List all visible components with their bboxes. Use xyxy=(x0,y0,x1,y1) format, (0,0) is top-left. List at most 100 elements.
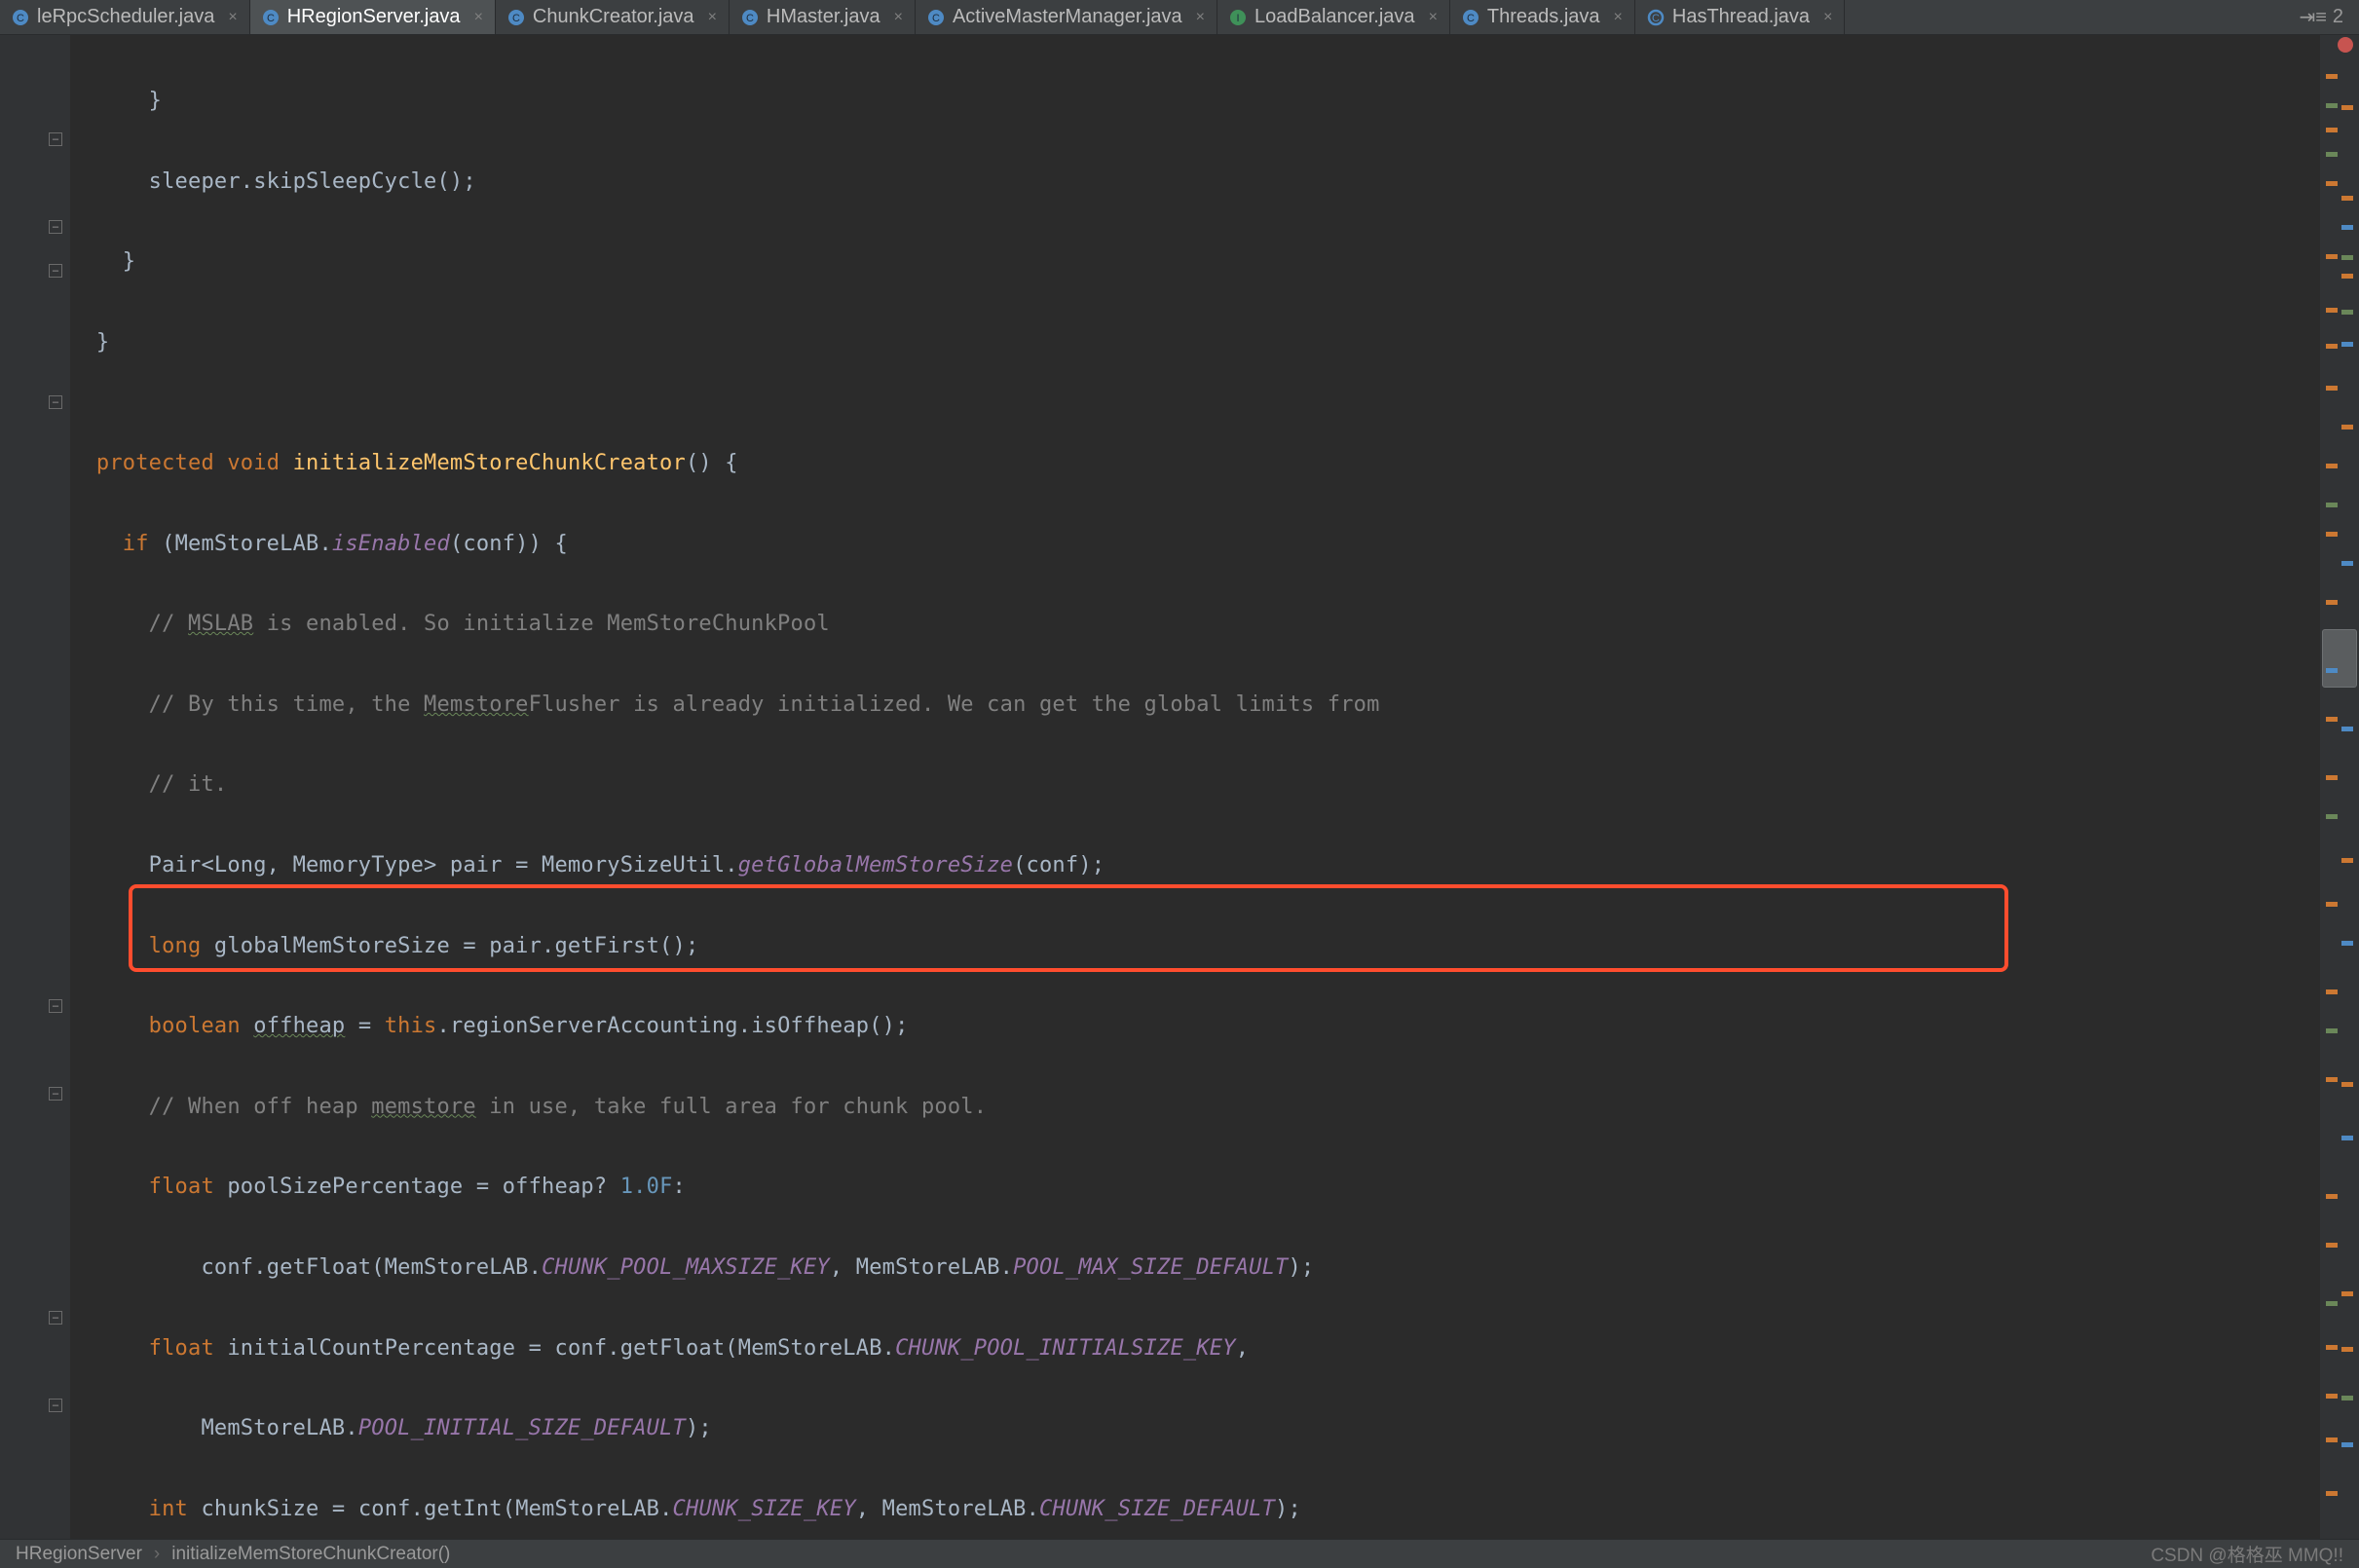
stripe-mark[interactable] xyxy=(2326,181,2338,186)
stripe-mark[interactable] xyxy=(2341,1136,2353,1140)
stripe-mark[interactable] xyxy=(2326,1301,2338,1306)
code-line: } xyxy=(70,322,2320,362)
fold-toggle-icon[interactable]: − xyxy=(49,264,62,278)
fold-toggle-icon[interactable]: − xyxy=(49,220,62,234)
fold-toggle-icon[interactable]: − xyxy=(49,1399,62,1412)
breadcrumb-class[interactable]: HRegionServer xyxy=(16,1544,142,1565)
stripe-mark[interactable] xyxy=(2326,1243,2338,1248)
error-indicator-icon[interactable] xyxy=(2338,37,2353,53)
close-icon[interactable]: × xyxy=(1196,9,1205,26)
stripe-mark[interactable] xyxy=(2326,254,2338,259)
java-class-icon: C xyxy=(262,9,280,26)
stripe-mark[interactable] xyxy=(2326,814,2338,819)
close-icon[interactable]: × xyxy=(474,9,483,26)
stripe-mark[interactable] xyxy=(2326,668,2338,673)
stripe-mark[interactable] xyxy=(2326,1437,2338,1442)
java-class-icon: C xyxy=(927,9,945,26)
overflow-count: 2 xyxy=(2333,6,2343,28)
stripe-mark[interactable] xyxy=(2341,858,2353,863)
close-icon[interactable]: × xyxy=(228,9,237,26)
tab-file-1[interactable]: C HRegionServer.java × xyxy=(250,0,496,34)
svg-text:C: C xyxy=(267,13,275,24)
stripe-mark[interactable] xyxy=(2326,1394,2338,1399)
close-icon[interactable]: × xyxy=(1614,9,1623,26)
close-icon[interactable]: × xyxy=(708,9,717,26)
stripe-mark[interactable] xyxy=(2326,1028,2338,1033)
tab-file-4[interactable]: C ActiveMasterManager.java × xyxy=(916,0,1217,34)
stripe-mark[interactable] xyxy=(2326,600,2338,605)
fold-toggle-icon[interactable]: − xyxy=(49,999,62,1013)
tab-file-5[interactable]: I LoadBalancer.java × xyxy=(1217,0,1450,34)
stripe-mark[interactable] xyxy=(2341,196,2353,201)
editor-gutter[interactable]: − − − − − − − − xyxy=(0,35,70,1539)
stripe-mark[interactable] xyxy=(2341,310,2353,315)
stripe-mark[interactable] xyxy=(2326,902,2338,907)
tab-label: ChunkCreator.java xyxy=(533,6,694,28)
stripe-mark[interactable] xyxy=(2341,1442,2353,1447)
code-line: long globalMemStoreSize = pair.getFirst(… xyxy=(70,926,2320,966)
stripe-mark[interactable] xyxy=(2326,775,2338,780)
stripe-mark[interactable] xyxy=(2326,532,2338,537)
stripe-mark[interactable] xyxy=(2326,503,2338,507)
fold-toggle-icon[interactable]: − xyxy=(49,132,62,146)
stripe-mark[interactable] xyxy=(2341,105,2353,110)
stripe-mark[interactable] xyxy=(2341,1347,2353,1352)
stripe-mark[interactable] xyxy=(2341,727,2353,731)
stripe-mark[interactable] xyxy=(2326,1345,2338,1350)
tab-overflow-indicator[interactable]: ⇥≡ 2 xyxy=(2299,0,2359,34)
stripe-mark[interactable] xyxy=(2326,386,2338,391)
fold-toggle-icon[interactable]: − xyxy=(49,395,62,409)
stripe-mark[interactable] xyxy=(2326,344,2338,349)
stripe-mark[interactable] xyxy=(2341,225,2353,230)
breadcrumb-method[interactable]: initializeMemStoreChunkCreator() xyxy=(171,1544,450,1565)
stripe-mark[interactable] xyxy=(2341,1082,2353,1087)
tab-label: HasThread.java xyxy=(1672,6,1810,28)
java-class-icon: C xyxy=(741,9,759,26)
stripe-mark[interactable] xyxy=(2326,989,2338,994)
stripe-mark[interactable] xyxy=(2341,255,2353,260)
svg-text:I: I xyxy=(1236,13,1239,24)
stripe-mark[interactable] xyxy=(2341,274,2353,279)
stripe-mark[interactable] xyxy=(2341,941,2353,946)
scrollbar-thumb[interactable] xyxy=(2322,629,2357,688)
code-editor[interactable]: } sleeper.skipSleepCycle(); } } protecte… xyxy=(70,35,2320,1539)
close-icon[interactable]: × xyxy=(1823,9,1832,26)
stripe-mark[interactable] xyxy=(2326,464,2338,468)
stripe-mark[interactable] xyxy=(2326,152,2338,157)
stripe-mark[interactable] xyxy=(2341,1396,2353,1400)
code-line: // When off heap memstore in use, take f… xyxy=(70,1087,2320,1127)
stripe-mark[interactable] xyxy=(2341,1291,2353,1296)
stripe-mark[interactable] xyxy=(2326,1194,2338,1199)
tab-file-7[interactable]: C HasThread.java × xyxy=(1635,0,1846,34)
stripe-mark[interactable] xyxy=(2341,342,2353,347)
stripe-mark[interactable] xyxy=(2326,717,2338,722)
tab-label: HRegionServer.java xyxy=(287,6,461,28)
stripe-mark[interactable] xyxy=(2341,561,2353,566)
code-line: // By this time, the MemstoreFlusher is … xyxy=(70,685,2320,725)
svg-text:C: C xyxy=(932,13,940,24)
stripe-mark[interactable] xyxy=(2326,103,2338,108)
tab-file-3[interactable]: C HMaster.java × xyxy=(730,0,916,34)
tab-label: LoadBalancer.java xyxy=(1254,6,1415,28)
watermark-text: CSDN @格格巫 MMQ!! xyxy=(2151,1541,2343,1567)
error-stripe[interactable] xyxy=(2320,35,2359,1539)
close-icon[interactable]: × xyxy=(1429,9,1438,26)
stripe-mark[interactable] xyxy=(2326,308,2338,313)
code-line: if (MemStoreLAB.isEnabled(conf)) { xyxy=(70,524,2320,564)
stripe-mark[interactable] xyxy=(2326,1491,2338,1496)
fold-toggle-icon[interactable]: − xyxy=(49,1087,62,1101)
tab-file-2[interactable]: C ChunkCreator.java × xyxy=(496,0,730,34)
java-class-icon: C xyxy=(507,9,525,26)
code-line: MemStoreLAB.POOL_INITIAL_SIZE_DEFAULT); xyxy=(70,1408,2320,1448)
stripe-mark[interactable] xyxy=(2326,74,2338,79)
code-line: float initialCountPercentage = conf.getF… xyxy=(70,1328,2320,1368)
tab-file-6[interactable]: C Threads.java × xyxy=(1450,0,1635,34)
fold-toggle-icon[interactable]: − xyxy=(49,1311,62,1325)
tab-file-0[interactable]: C leRpcScheduler.java × xyxy=(0,0,250,34)
close-icon[interactable]: × xyxy=(894,9,903,26)
stripe-mark[interactable] xyxy=(2326,128,2338,132)
svg-text:C: C xyxy=(1467,13,1475,24)
code-line: sleeper.skipSleepCycle(); xyxy=(70,162,2320,202)
stripe-mark[interactable] xyxy=(2326,1077,2338,1082)
stripe-mark[interactable] xyxy=(2341,425,2353,429)
